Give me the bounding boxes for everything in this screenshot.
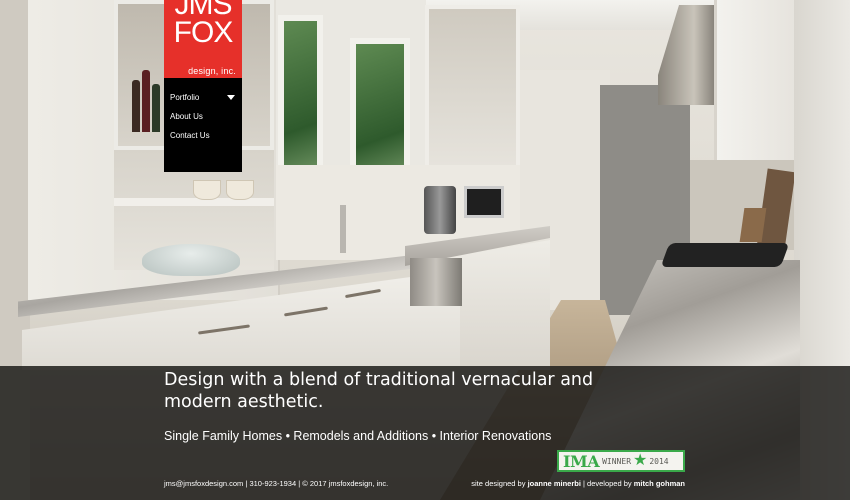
ceramic-bowl <box>226 180 254 200</box>
ima-winner-badge[interactable]: IMA WINNER ★ 2014 <box>557 450 685 472</box>
nav-item-label: Portfolio <box>170 93 200 102</box>
jms-fox-logo[interactable]: JMS FOX design, inc. <box>164 0 242 78</box>
email-link[interactable]: jms@jmsfoxdesign.com <box>164 479 243 488</box>
middle-glass-cabinet <box>425 5 520 170</box>
shelf-board <box>114 198 274 206</box>
nav-item-label: Contact Us <box>170 131 210 140</box>
phone-number: 310-923-1934 <box>249 479 297 488</box>
footer-credits: site designed by joanne minerbi | develo… <box>471 479 685 488</box>
monitor <box>464 186 504 218</box>
hero-tagline: Design with a blend of traditional verna… <box>164 370 594 412</box>
badge-ima-text: IMA <box>563 451 600 471</box>
logo-subtitle: design, inc. <box>188 66 236 76</box>
wine-bottle <box>132 80 140 132</box>
wine-bottle <box>152 84 160 132</box>
farmhouse-sink <box>410 258 462 306</box>
copyright: © 2017 jmsfoxdesign, inc. <box>302 479 389 488</box>
brand-block: JMS FOX design, inc. Portfolio About Us … <box>164 0 242 172</box>
far-base-cabinets <box>460 240 550 370</box>
logo-line-2: FOX <box>173 16 234 49</box>
designer-link[interactable]: joanne minerbi <box>528 479 581 488</box>
nav-item-portfolio[interactable]: Portfolio <box>164 88 242 107</box>
caption-overlay: Design with a blend of traditional verna… <box>0 366 850 500</box>
badge-winner-text: WINNER <box>602 456 632 466</box>
star-icon: ★ <box>633 452 648 469</box>
caret-down-icon[interactable] <box>227 95 235 100</box>
ceramic-bowl <box>193 180 221 200</box>
services-list: Single Family Homes • Remodels and Addit… <box>164 429 552 443</box>
coffee-maker <box>424 186 456 234</box>
cooktop <box>660 243 790 267</box>
credits-separator: | developed by <box>580 479 634 488</box>
right-upper-cabinet <box>714 0 797 160</box>
credits-prefix: site designed by <box>471 479 528 488</box>
nav-item-label: About Us <box>170 112 203 121</box>
developer-link[interactable]: mitch gohman <box>634 479 685 488</box>
wine-bottle <box>142 70 150 132</box>
nav-item-contact-us[interactable]: Contact Us <box>164 126 242 145</box>
main-nav: Portfolio About Us Contact Us <box>164 78 242 172</box>
footer-contact: jms@jmsfoxdesign.com | 310-923-1934 | © … <box>164 479 388 488</box>
glass-bowl <box>142 244 240 276</box>
faucet <box>340 205 346 253</box>
badge-year: 2014 <box>649 456 669 466</box>
nav-item-about-us[interactable]: About Us <box>164 107 242 126</box>
